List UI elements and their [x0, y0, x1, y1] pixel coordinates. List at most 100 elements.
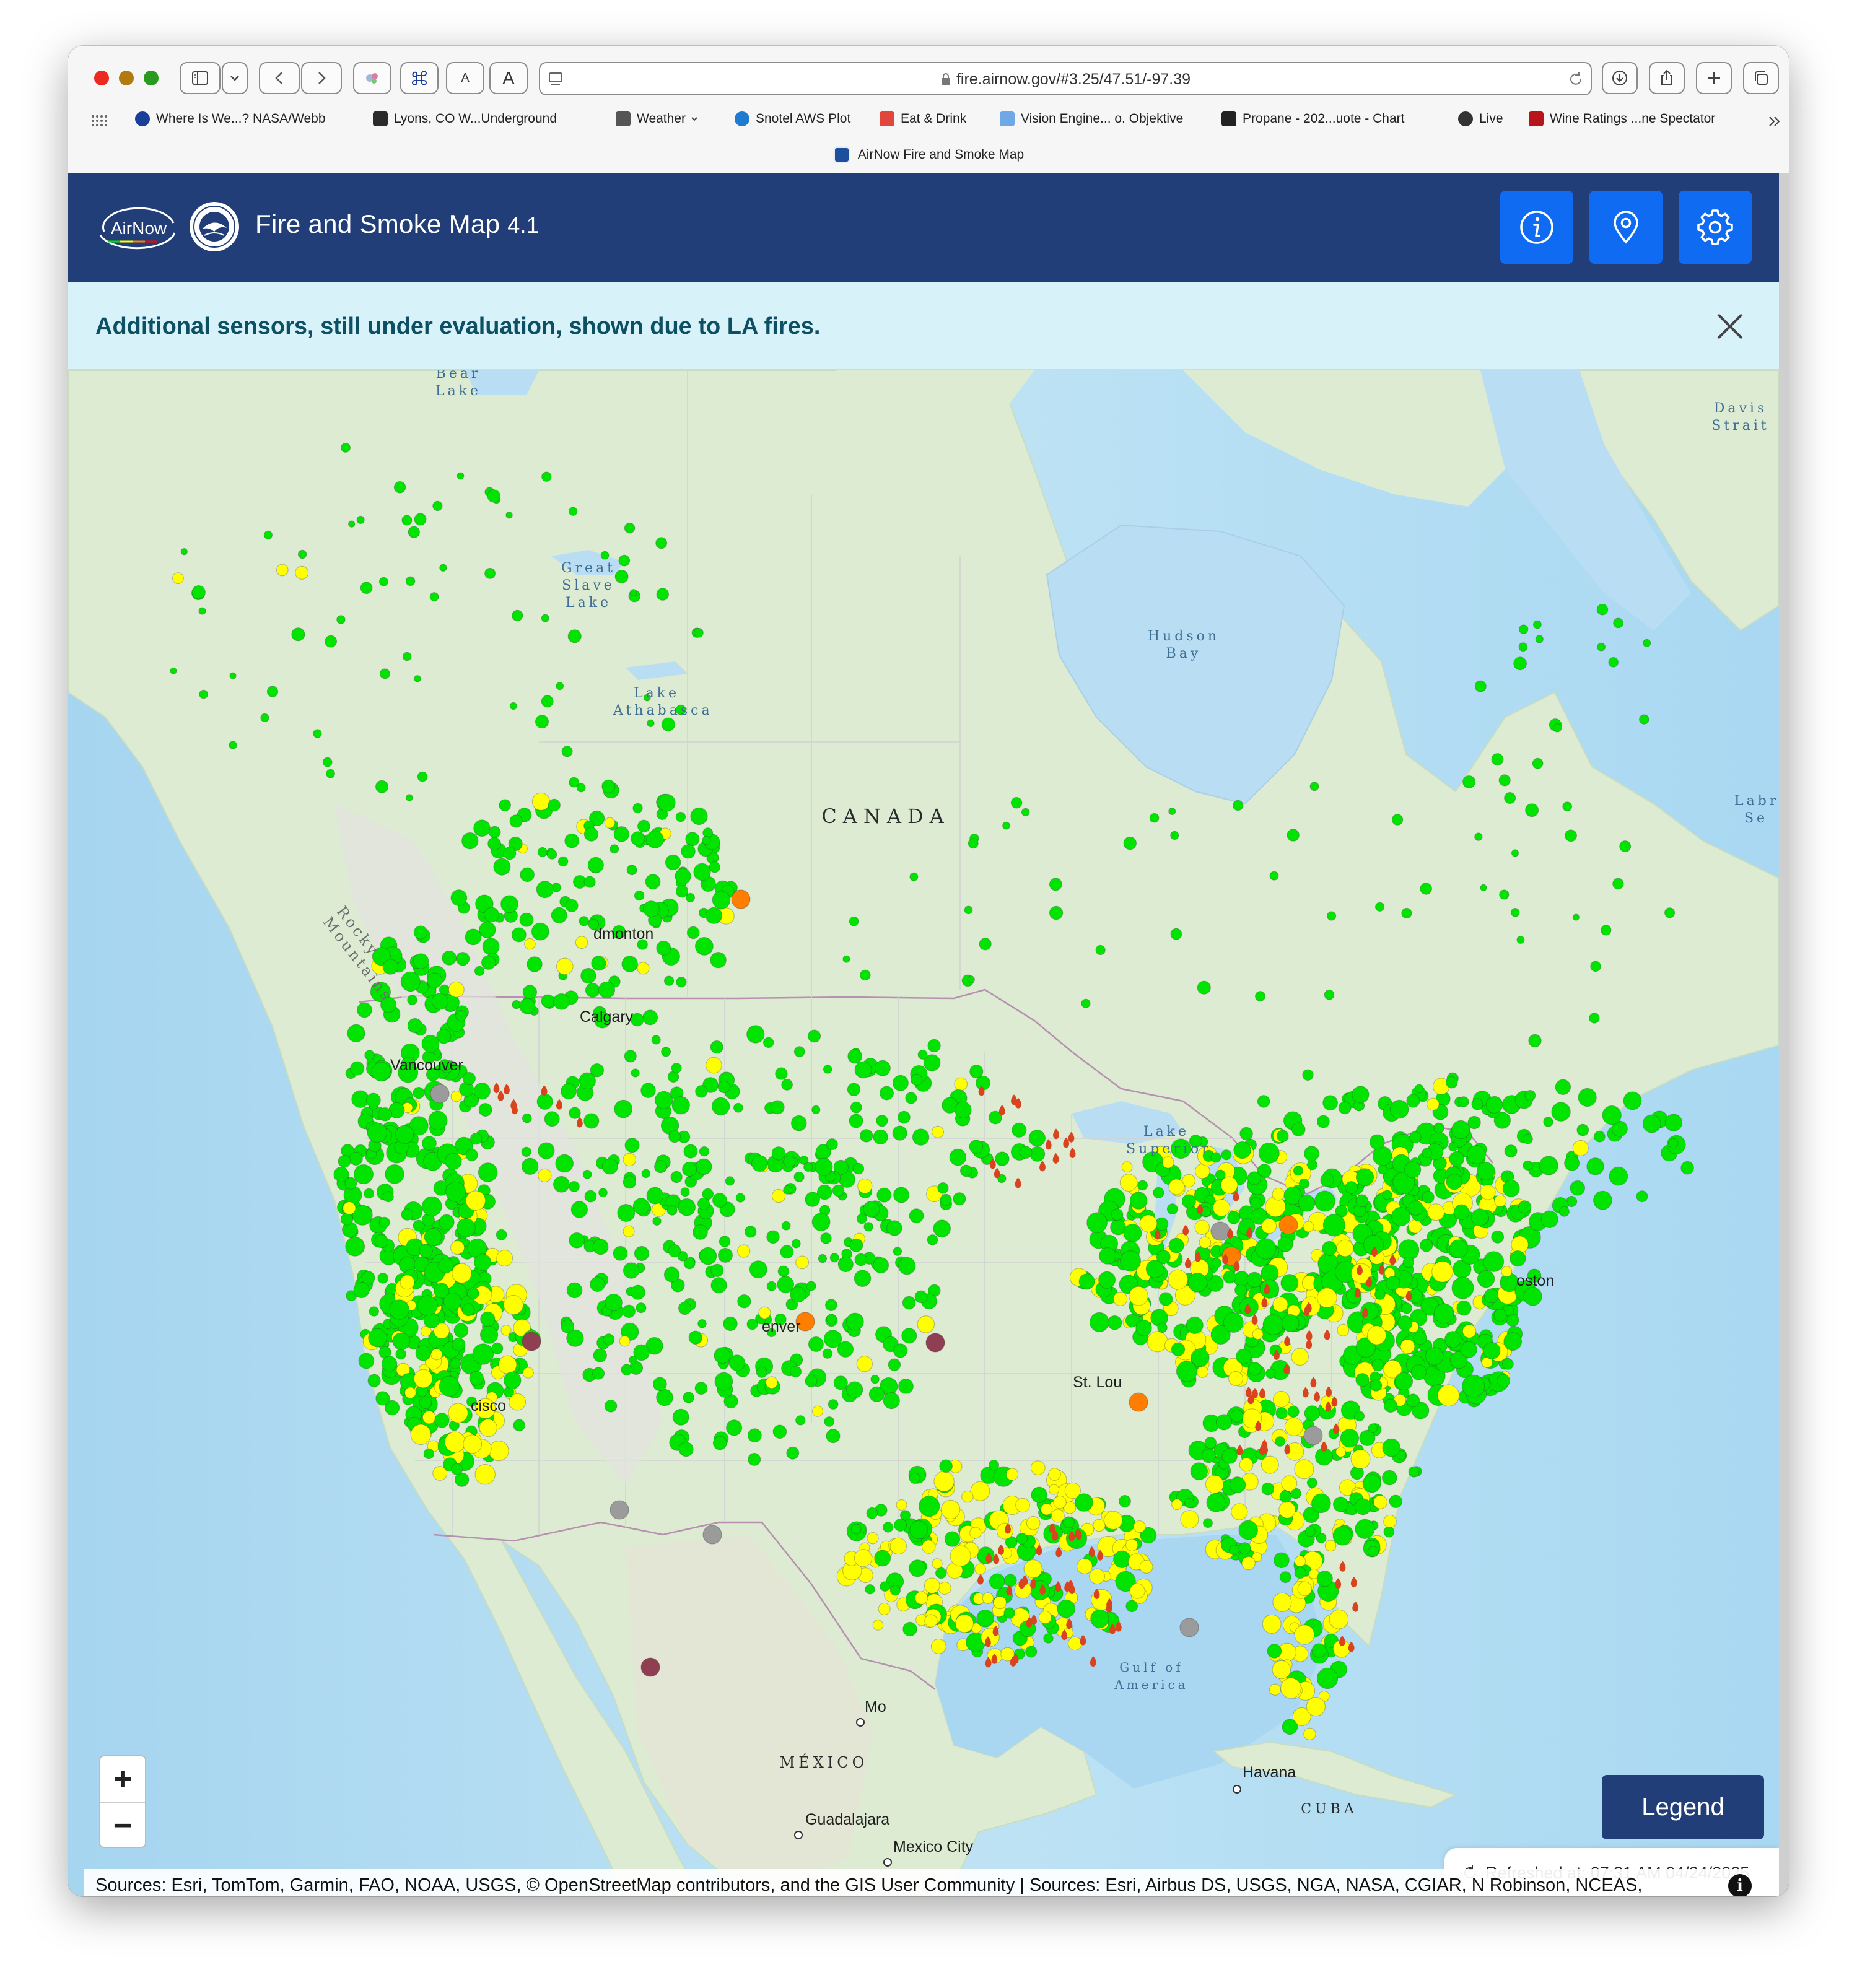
sensor-dot[interactable] [737, 1244, 751, 1258]
sensor-dot[interactable] [266, 686, 279, 697]
sensor-dot[interactable] [1572, 913, 1580, 921]
sensor-dot[interactable] [775, 1067, 788, 1080]
sensor-dot[interactable] [481, 955, 496, 970]
sensor-dot[interactable] [1408, 1219, 1423, 1234]
sensor-dot[interactable] [356, 515, 365, 524]
sensor-dot[interactable] [1352, 1086, 1370, 1104]
sensor-dot[interactable] [541, 994, 555, 1008]
sensor-dot[interactable] [1562, 801, 1573, 812]
sensor-dot[interactable] [556, 957, 574, 975]
sensor-dot[interactable] [812, 1405, 823, 1417]
sensor-dot[interactable] [1180, 1510, 1199, 1529]
sensor-dot[interactable] [640, 1083, 656, 1098]
sensor-dot[interactable] [1053, 1496, 1067, 1509]
sensor-dot[interactable] [1081, 998, 1091, 1008]
sensor-dot[interactable] [1269, 1683, 1282, 1696]
sensor-dot[interactable] [1015, 1498, 1030, 1513]
sensor-dot[interactable] [451, 1463, 463, 1475]
sensor-dot[interactable] [1252, 1328, 1264, 1340]
sensor-dot[interactable] [646, 1187, 664, 1205]
sensor-dot[interactable] [815, 1157, 833, 1176]
sensor-dot[interactable] [710, 1040, 723, 1054]
sensor-dot[interactable] [522, 1113, 532, 1123]
sensor-dot[interactable] [1210, 1152, 1221, 1163]
sensor-dot[interactable] [548, 798, 561, 812]
sensor-dot[interactable] [512, 609, 523, 622]
sensor-dot[interactable] [1311, 1643, 1327, 1658]
sensor-dot[interactable] [479, 921, 496, 939]
sensor-dot[interactable] [917, 1315, 935, 1333]
sensor-dot[interactable] [786, 1446, 800, 1460]
sensor-dot[interactable] [619, 1335, 631, 1347]
sensor-dot[interactable] [465, 1148, 478, 1162]
sensor-dot[interactable] [1327, 911, 1337, 921]
sensor-dot[interactable] [647, 719, 655, 728]
sensor-dot[interactable] [1324, 989, 1335, 1000]
sensor-dot[interactable] [697, 1197, 710, 1210]
sensor-dot[interactable] [733, 1102, 743, 1113]
close-window-button[interactable] [94, 71, 109, 85]
sensor-dot[interactable] [1337, 1323, 1350, 1336]
sensor-dot[interactable] [1095, 944, 1106, 956]
sensor-dot[interactable] [1523, 1160, 1533, 1171]
sensor-dot[interactable] [655, 1091, 673, 1109]
sensor-dot[interactable] [1269, 871, 1279, 881]
sensor-dot[interactable] [1406, 1393, 1420, 1408]
sensor-dot[interactable] [1247, 1171, 1261, 1185]
sensor-dot[interactable] [865, 1584, 875, 1595]
sensor-dot[interactable] [924, 1614, 938, 1628]
sensor-dot[interactable] [791, 1115, 807, 1131]
sensor-dot[interactable] [672, 1408, 689, 1426]
sensor-dot[interactable] [1594, 1130, 1606, 1143]
sensor-dot[interactable] [1197, 980, 1211, 995]
sensor-dot[interactable] [1461, 1341, 1477, 1358]
sensor-dot[interactable] [456, 1218, 476, 1237]
sensor-dot[interactable] [909, 1472, 920, 1484]
sensor-dot[interactable] [1389, 1494, 1403, 1509]
sensor-dot[interactable] [935, 1567, 947, 1579]
sensor-dot[interactable] [482, 938, 500, 956]
sensor-dot[interactable] [400, 1275, 415, 1290]
sensor-dot[interactable] [536, 1093, 553, 1110]
sensor-dot[interactable] [583, 827, 599, 842]
sensor-dot[interactable] [1433, 1303, 1454, 1324]
sensor-dot[interactable] [863, 1222, 873, 1232]
sensor-dot[interactable] [1642, 1114, 1661, 1133]
sensor-dot[interactable] [932, 1558, 943, 1569]
sensor-dot[interactable] [374, 1234, 388, 1249]
sensor-dot[interactable] [1570, 1180, 1586, 1196]
sensor-dot[interactable] [1502, 1179, 1520, 1197]
sensor-dot[interactable] [805, 1374, 818, 1387]
sensor-dot[interactable] [1335, 1447, 1347, 1457]
sensor-dot[interactable] [686, 926, 700, 940]
sensor-dot[interactable] [1564, 1155, 1580, 1171]
sensor-dot[interactable] [683, 1392, 694, 1403]
sensor-dot[interactable] [406, 794, 413, 801]
sensor-dot[interactable] [1375, 902, 1385, 912]
sensor-dot[interactable] [1233, 1141, 1251, 1159]
sensor-dot[interactable] [605, 1293, 623, 1312]
sensor-dot[interactable] [354, 1164, 374, 1184]
sensor-dot[interactable] [1354, 1498, 1371, 1515]
sensor-dot[interactable] [1373, 1495, 1387, 1509]
text-larger-button[interactable]: A [489, 62, 528, 94]
sensor-dot[interactable] [1523, 1287, 1542, 1306]
sensor-dot[interactable] [860, 969, 871, 981]
sensor-dot[interactable] [389, 1299, 409, 1320]
sensor-dot[interactable] [665, 854, 681, 871]
sensor-dot[interactable] [630, 1284, 646, 1300]
sensor-dot[interactable] [448, 1403, 468, 1423]
sensor-dot[interactable] [749, 1260, 767, 1279]
sensor-dot[interactable] [585, 983, 600, 998]
tab-airnow[interactable]: AirNow Fire and Smoke Map [832, 146, 1024, 163]
sensor-dot[interactable] [488, 1441, 509, 1462]
sensor-dot[interactable] [1462, 1374, 1485, 1398]
sensor-dot[interactable] [503, 847, 517, 860]
sensor-dot[interactable] [1612, 878, 1624, 890]
sensor-dot[interactable] [901, 1328, 917, 1344]
sensor-dot[interactable] [1371, 1359, 1384, 1372]
sensor-dot[interactable] [413, 1087, 425, 1099]
sensor-dot[interactable] [636, 1302, 647, 1314]
sensor-dot[interactable] [919, 1496, 940, 1517]
sensor-dot[interactable] [777, 1265, 790, 1278]
